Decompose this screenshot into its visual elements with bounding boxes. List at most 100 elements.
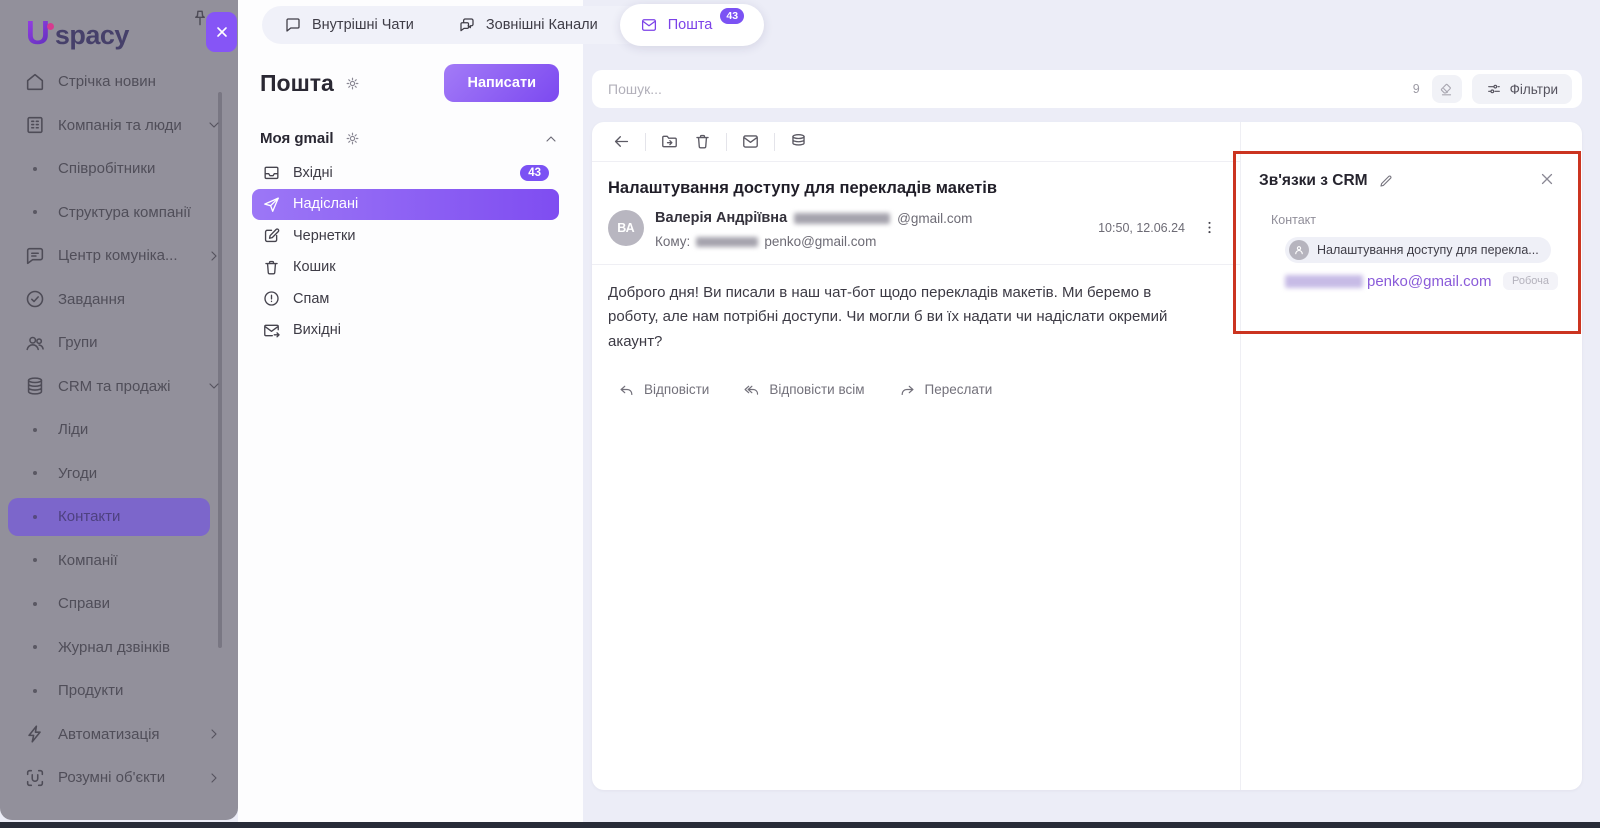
email-datetime: 10:50, 12.06.24 <box>1098 220 1185 235</box>
main-sidebar: Uspacy Стрічка новин Компанія та люди Сп… <box>0 0 238 820</box>
redacted-recipient-prefix <box>696 236 759 247</box>
mail-search-bar: 9 Фільтри <box>592 70 1582 108</box>
email-body: Доброго дня! Ви писали в наш чат-бот щод… <box>608 284 1168 350</box>
search-input[interactable] <box>608 81 1413 97</box>
email-toolbar <box>592 122 1240 162</box>
reply-all-icon <box>743 381 760 398</box>
email-type-badge: Робоча <box>1503 272 1558 290</box>
crm-contact-email[interactable]: penko@gmail.com <box>1367 273 1491 290</box>
reply-button[interactable]: Відповісти <box>618 381 709 398</box>
communications-icon <box>24 245 46 267</box>
inbox-count-badge: 43 <box>520 164 549 181</box>
sliders-icon <box>1487 84 1500 94</box>
crm-contact-chip[interactable]: Налаштування доступу для перекла... <box>1285 237 1551 263</box>
tab-external-channels[interactable]: Зовнішні Канали <box>436 6 620 44</box>
back-arrow-icon[interactable] <box>612 132 631 151</box>
email-card: Налаштування доступу для перекладів маке… <box>592 122 1582 790</box>
home-icon <box>24 71 46 93</box>
delete-icon[interactable] <box>693 132 712 151</box>
sidebar-item-communication-center[interactable]: Центр комуніка... <box>0 234 238 278</box>
inbox-icon <box>262 163 281 182</box>
crm-contact-title: Налаштування доступу для перекла... <box>1317 243 1539 257</box>
smart-objects-icon <box>24 767 46 789</box>
crm-links-panel: Зв'язки з CRM Контакт Налаштування досту… <box>1240 122 1582 790</box>
sidebar-close-button[interactable] <box>206 12 237 52</box>
folder-drafts[interactable]: Чернетки <box>252 220 559 252</box>
sidebar-item-smart-objects[interactable]: Розумні об'єкти <box>0 756 238 800</box>
redacted-contact-email-prefix <box>1285 274 1363 288</box>
sidebar-item-news-feed[interactable]: Стрічка новин <box>0 60 238 104</box>
uspacy-logo: Uspacy <box>26 16 129 51</box>
chevron-right-icon <box>206 726 222 742</box>
folder-outbox[interactable]: Вихідні <box>252 315 559 347</box>
bullet-icon <box>33 514 37 519</box>
mark-unread-icon[interactable] <box>741 132 760 151</box>
move-to-folder-icon[interactable] <box>660 132 679 151</box>
sidebar-item-tasks[interactable]: Завдання <box>0 278 238 322</box>
bullet-icon <box>33 471 37 476</box>
reply-icon <box>618 381 635 398</box>
crm-panel-title: Зв'язки з CRM <box>1259 172 1368 189</box>
bullet-icon <box>33 688 37 693</box>
chevron-up-icon[interactable] <box>543 131 559 147</box>
crm-link-icon[interactable] <box>789 132 808 151</box>
crm-section-label: Контакт <box>1271 213 1317 227</box>
sidebar-item-call-log[interactable]: Журнал дзвінків <box>0 626 238 670</box>
spam-icon <box>262 289 281 308</box>
logo-letter: U <box>26 14 50 51</box>
chevron-right-icon <box>206 770 222 786</box>
sidebar-item-activities[interactable]: Справи <box>0 582 238 626</box>
close-icon[interactable] <box>1538 170 1556 188</box>
sidebar-item-products[interactable]: Продукти <box>0 669 238 713</box>
redacted-sender-email <box>794 212 891 224</box>
mail-account-name: Моя gmail <box>260 130 334 147</box>
eraser-icon[interactable] <box>1431 75 1462 103</box>
sidebar-item-company-people[interactable]: Компанія та люди <box>0 104 238 148</box>
avatar: ВА <box>608 210 644 246</box>
crm-stack-icon <box>24 375 46 397</box>
forward-button[interactable]: Переслати <box>899 381 992 398</box>
compose-button[interactable]: Написати <box>444 64 559 102</box>
company-icon <box>24 114 46 136</box>
sidebar-scrollbar[interactable] <box>218 92 222 648</box>
mail-panel-title: Пошта <box>260 69 334 96</box>
filters-button[interactable]: Фільтри <box>1471 74 1572 104</box>
sidebar-item-company-structure[interactable]: Структура компанії <box>0 191 238 235</box>
gear-icon[interactable] <box>344 75 361 92</box>
lightning-icon <box>24 723 46 745</box>
recipient-email: penko@gmail.com <box>764 234 877 249</box>
toolbar-divider <box>774 132 775 151</box>
mail-folders-panel: Пошта Написати Моя gmail Вхідні 43 Надіс… <box>238 0 583 822</box>
gear-icon[interactable] <box>344 130 361 147</box>
sender-name: Валерія Андріївна <box>655 210 788 226</box>
logo-dot-icon <box>46 23 54 30</box>
logo-brand: spacy <box>54 20 130 50</box>
bullet-icon <box>33 558 37 563</box>
contact-avatar-icon <box>1289 240 1309 260</box>
crm-contact-email-row: penko@gmail.com Робоча <box>1285 272 1558 290</box>
sidebar-item-employees[interactable]: Співробітники <box>0 147 238 191</box>
toolbar-divider <box>645 132 646 151</box>
sidebar-item-deals[interactable]: Угоди <box>0 452 238 496</box>
sidebar-item-automation[interactable]: Автоматизація <box>0 713 238 757</box>
folder-sent[interactable]: Надіслані <box>252 188 559 220</box>
envelope-out-icon <box>262 321 281 340</box>
folder-spam[interactable]: Спам <box>252 283 559 315</box>
chat-bubble-icon <box>284 16 302 34</box>
tab-mail[interactable]: Пошта 43 <box>619 4 765 46</box>
tab-internal-chats[interactable]: Внутрішні Чати <box>262 6 436 44</box>
reply-all-button[interactable]: Відповісти всім <box>743 381 865 398</box>
sidebar-item-groups[interactable]: Групи <box>0 321 238 365</box>
folder-inbox[interactable]: Вхідні 43 <box>252 157 559 189</box>
sidebar-item-crm-sales[interactable]: CRM та продажі <box>0 365 238 409</box>
app-root: Uspacy Стрічка новин Компанія та люди Сп… <box>0 0 1600 828</box>
folder-trash[interactable]: Кошик <box>252 252 559 284</box>
kebab-menu-icon[interactable] <box>1201 219 1218 236</box>
folder-list: Вхідні 43 Надіслані Чернетки Кошик Спам <box>238 157 583 346</box>
forward-icon <box>899 381 916 398</box>
sidebar-item-companies[interactable]: Компанії <box>0 539 238 583</box>
sidebar-item-contacts[interactable]: Контакти <box>0 495 238 539</box>
edit-pencil-icon[interactable] <box>1378 173 1394 189</box>
sidebar-item-leads[interactable]: Ліди <box>0 408 238 452</box>
bullet-icon <box>33 427 37 432</box>
